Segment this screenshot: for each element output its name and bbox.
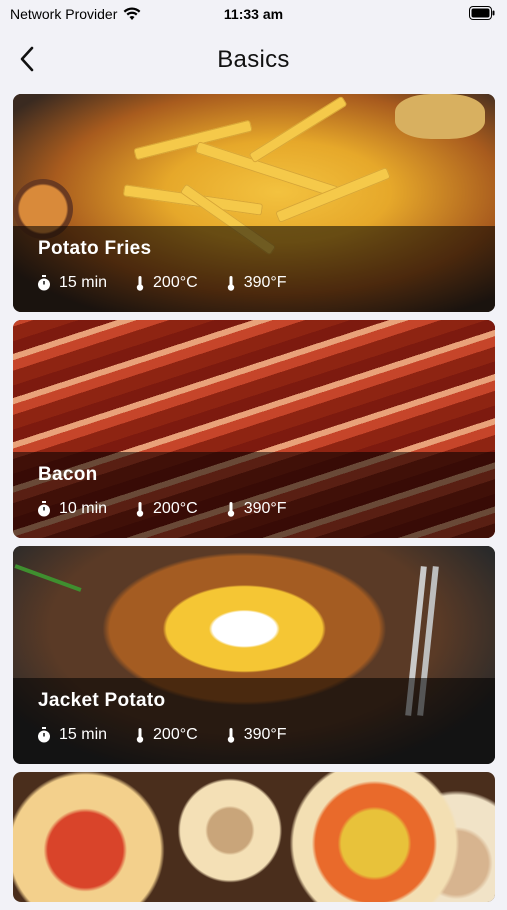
stopwatch-icon [37, 275, 51, 291]
temp-fahrenheit: 390°F [226, 726, 287, 744]
thermometer-icon [226, 501, 236, 517]
cook-time: 10 min [37, 500, 107, 518]
status-bar: Network Provider 11:33 am [0, 0, 507, 30]
recipe-card-potato-fries[interactable]: Potato Fries 15 min 200°C 390°F [13, 94, 495, 312]
battery-icon [469, 6, 495, 20]
cook-time-value: 15 min [59, 726, 108, 743]
recipe-card-pizza[interactable] [13, 772, 495, 902]
cook-time: 15 min [37, 274, 107, 292]
temp-celsius-value: 200°C [153, 726, 198, 743]
thermometer-icon [226, 275, 236, 291]
thermometer-icon [226, 727, 236, 743]
stopwatch-icon [37, 501, 51, 517]
temp-celsius: 200°C [135, 274, 198, 292]
recipe-meta: 15 min 200°C 390°F [37, 726, 315, 744]
recipe-card-jacket-potato[interactable]: Jacket Potato 15 min 200°C 390°F [13, 546, 495, 764]
temp-fahrenheit: 390°F [226, 274, 287, 292]
page-title: Basics [217, 46, 290, 73]
recipe-meta: 10 min 200°C 390°F [37, 500, 315, 518]
thermometer-icon [135, 727, 145, 743]
cook-time: 15 min [37, 726, 107, 744]
temp-celsius: 200°C [135, 500, 198, 518]
temp-fahrenheit-value: 390°F [243, 726, 287, 743]
recipe-card-bacon[interactable]: Bacon 10 min 200°C 390°F [13, 320, 495, 538]
temp-fahrenheit-value: 390°F [243, 274, 287, 291]
recipe-name: Jacket Potato [38, 690, 166, 711]
thermometer-icon [135, 501, 145, 517]
temp-fahrenheit: 390°F [226, 500, 287, 518]
stopwatch-icon [37, 727, 51, 743]
recipe-name: Potato Fries [38, 238, 152, 259]
status-time: 11:33 am [223, 6, 284, 22]
temp-celsius: 200°C [135, 726, 198, 744]
cook-time-value: 15 min [59, 274, 108, 291]
temp-fahrenheit-value: 390°F [243, 500, 287, 517]
recipe-meta: 15 min 200°C 390°F [37, 274, 315, 292]
temp-celsius-value: 200°C [153, 274, 198, 291]
recipe-name: Bacon [38, 464, 98, 485]
temp-celsius-value: 200°C [153, 500, 198, 517]
thermometer-icon [135, 275, 145, 291]
navigation-bar: Basics [0, 36, 507, 86]
cook-time-value: 10 min [59, 500, 108, 517]
recipe-list: Potato Fries 15 min 200°C 390°F Bacon 10… [13, 94, 495, 910]
recipe-photo [13, 772, 495, 902]
